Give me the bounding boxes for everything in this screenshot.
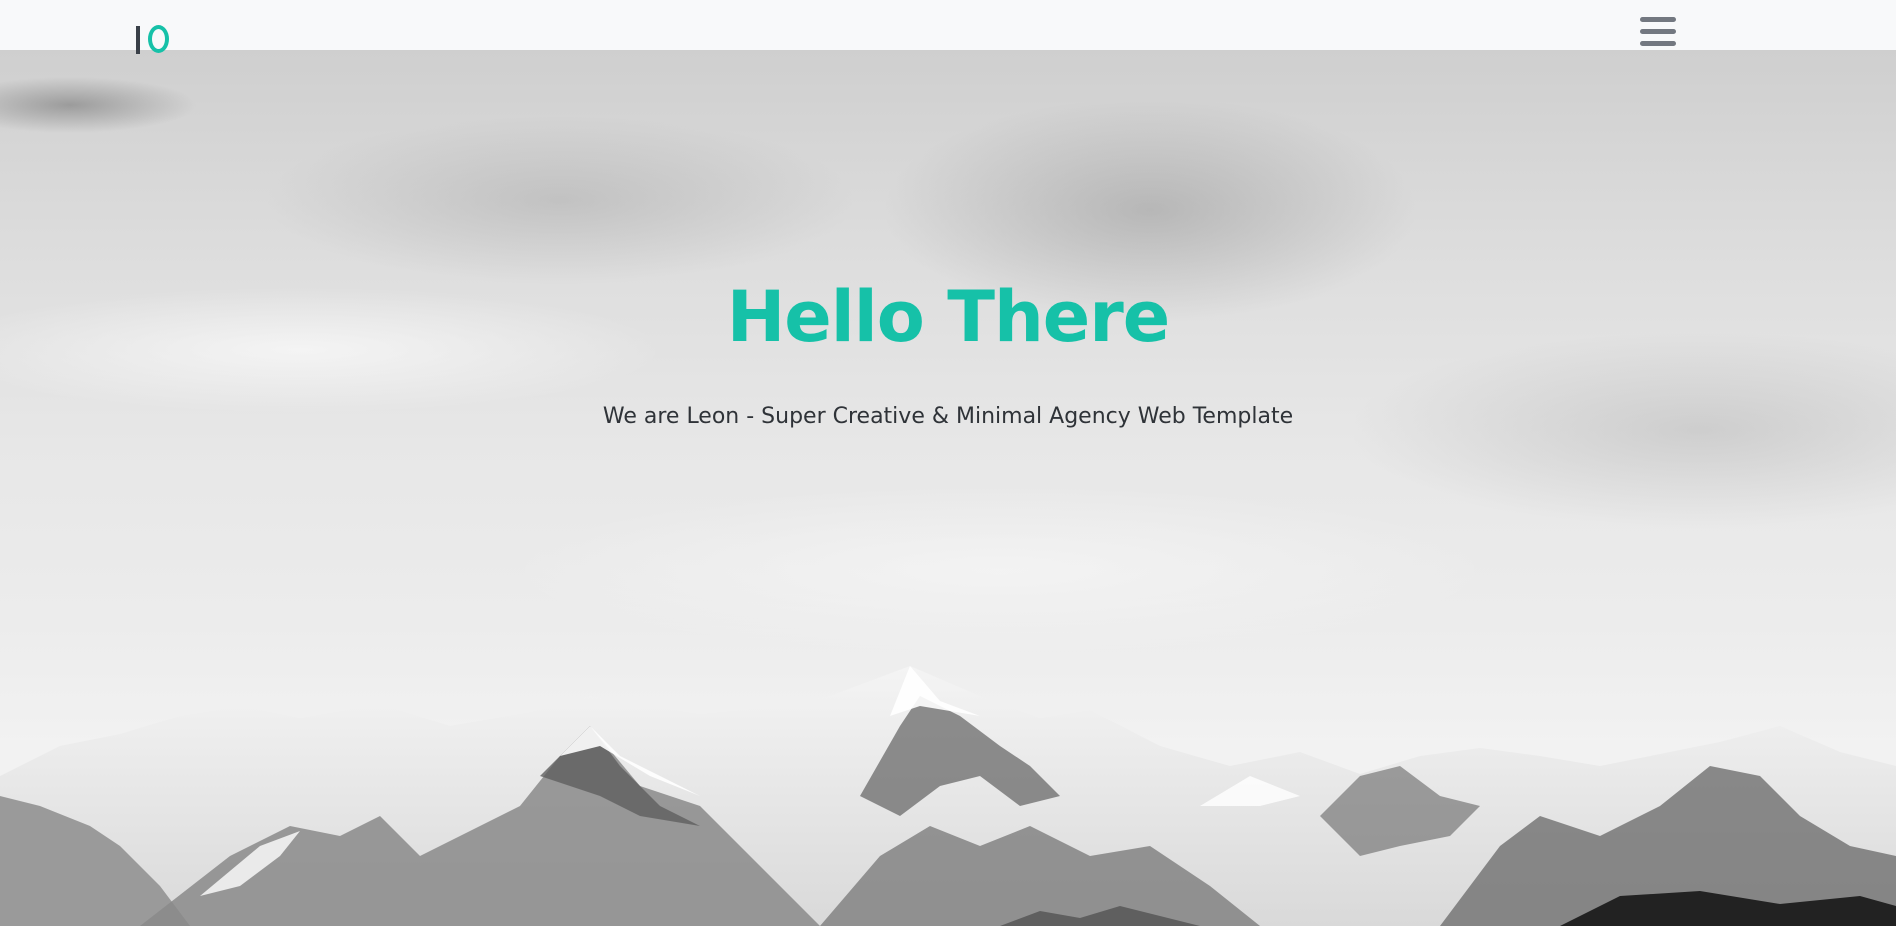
menu-line bbox=[1640, 41, 1676, 46]
mountain-range-image bbox=[0, 666, 1896, 926]
menu-line bbox=[1640, 29, 1676, 34]
logo-bar-mark bbox=[136, 26, 140, 54]
page: Hello There We are Leon - Super Creative… bbox=[0, 0, 1896, 926]
top-navbar bbox=[0, 0, 1896, 54]
hero-section: Hello There We are Leon - Super Creative… bbox=[0, 50, 1896, 926]
hero-title: Hello There bbox=[726, 276, 1171, 358]
hamburger-menu-icon[interactable] bbox=[1638, 15, 1678, 51]
hero-subtitle: We are Leon - Super Creative & Minimal A… bbox=[602, 404, 1294, 429]
logo-ring-mark bbox=[148, 25, 169, 53]
menu-line bbox=[1640, 17, 1676, 22]
site-logo[interactable] bbox=[136, 22, 169, 54]
